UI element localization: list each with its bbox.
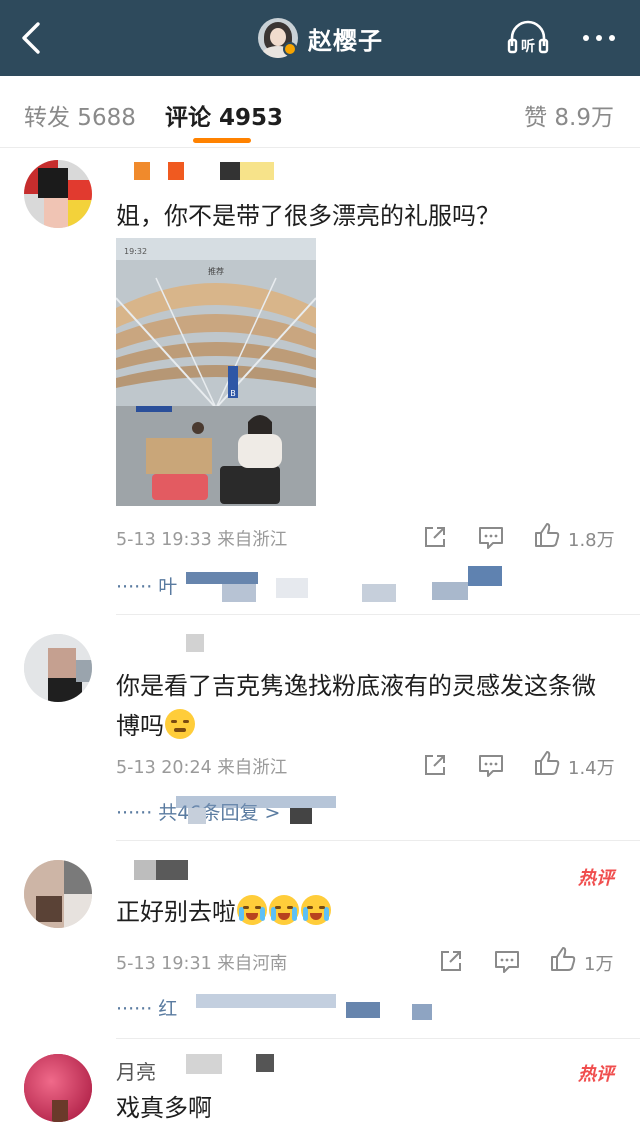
back-button[interactable] (16, 20, 48, 56)
tab-bar: 转发 5688 评论 4953 赞 8.9万 (0, 76, 640, 148)
username[interactable]: 月亮 (116, 1056, 156, 1084)
chevron-left-icon (22, 22, 40, 54)
grimace-emoji-icon (165, 709, 195, 739)
comment-text: 戏真多啊 (116, 1094, 212, 1122)
like-icon[interactable] (532, 748, 562, 778)
comment-text: 你是看了吉克隽逸找粉底液有的灵感发这条微博吗 (116, 666, 616, 746)
reply-mosaic (176, 796, 336, 808)
user-title[interactable]: 赵樱子 (258, 16, 383, 60)
tab-comment[interactable]: 评论 4953 (165, 98, 283, 132)
reply-mosaic (432, 582, 468, 600)
reply-mosaic (346, 1002, 380, 1018)
comment-item: 热评 正好别去啦 5-13 19:31 来自河南 1万 ······ 红 (0, 842, 640, 1040)
like-count: 1.8万 (568, 530, 615, 551)
photo-status-time: 19:32 (124, 247, 147, 256)
tab-like[interactable]: 赞 8.9万 (524, 98, 614, 132)
reply-mosaic (362, 584, 396, 602)
divider (116, 840, 640, 841)
avatar[interactable] (24, 160, 92, 228)
divider (116, 1038, 640, 1039)
comment-item: 月亮 热评 戏真多啊 (0, 1040, 640, 1142)
tab-repost[interactable]: 转发 5688 (24, 98, 136, 132)
listen-label: 听 (521, 38, 535, 55)
comment-meta: 5-13 19:33 来自浙江 (116, 530, 288, 550)
comment-photo[interactable]: 19:32 推荐 B (116, 238, 316, 506)
reply-mosaic (412, 1004, 432, 1020)
comment-meta: 5-13 20:24 来自浙江 (116, 758, 288, 778)
comment-icon[interactable] (476, 522, 506, 552)
page-title: 赵樱子 (308, 26, 383, 55)
comment-icon[interactable] (476, 750, 506, 780)
like-count: 1.4万 (568, 758, 615, 779)
reply-mosaic (188, 808, 206, 824)
hot-comment-badge: 热评 (578, 868, 614, 889)
avatar[interactable] (24, 860, 92, 928)
crying-laugh-emoji-icon (301, 895, 331, 925)
username-text: 月亮 (116, 1060, 156, 1084)
reply-text: ······ 叶 (116, 576, 178, 598)
avatar[interactable] (24, 634, 92, 702)
reply-text: ······ 红 (116, 998, 178, 1020)
reply-mosaic (222, 584, 256, 602)
share-icon[interactable] (420, 750, 450, 780)
share-icon[interactable] (436, 946, 466, 976)
avatar[interactable] (24, 1054, 92, 1122)
reply-preview[interactable]: ······ 红 (116, 994, 177, 1021)
share-icon[interactable] (420, 522, 450, 552)
reply-mosaic (196, 994, 336, 1008)
hot-comment-badge: 热评 (578, 1064, 614, 1085)
reply-mosaic (468, 566, 502, 586)
comment-text: 正好别去啦 (116, 892, 616, 932)
name-mosaic (256, 1054, 274, 1072)
reply-preview[interactable]: ······ 叶 (116, 572, 177, 599)
divider (116, 614, 640, 615)
comment-item: 你是看了吉克隽逸找粉底液有的灵感发这条微博吗 5-13 20:24 来自浙江 1… (0, 616, 640, 842)
photo-tab-label: 推荐 (208, 266, 224, 276)
comment-text-body: 正好别去啦 (116, 898, 236, 926)
reply-mosaic (290, 808, 312, 824)
verified-badge-icon (283, 42, 297, 56)
headphone-icon: 听 (507, 20, 549, 55)
name-mosaic (186, 1054, 222, 1074)
more-button[interactable] (578, 20, 622, 56)
active-tab-indicator (193, 138, 251, 143)
comment-text: 姐，你不是带了很多漂亮的礼服吗？ (116, 202, 500, 230)
comment-meta: 5-13 19:31 来自河南 (116, 954, 288, 974)
crying-laugh-emoji-icon (237, 895, 267, 925)
crying-laugh-emoji-icon (269, 895, 299, 925)
like-icon[interactable] (548, 944, 578, 974)
reply-mosaic (276, 578, 308, 598)
comment-icon[interactable] (492, 946, 522, 976)
like-count: 1万 (584, 954, 614, 975)
photo-sign-label: B (230, 389, 236, 398)
listen-button[interactable]: 听 (506, 20, 550, 56)
like-icon[interactable] (532, 520, 562, 550)
comment-item: 姐，你不是带了很多漂亮的礼服吗？ 19:32 推荐 B 5-13 19:33 来… (0, 148, 640, 616)
more-dots-icon (583, 35, 615, 41)
top-nav-bar: 赵樱子 听 (0, 0, 640, 76)
airport-photo: 19:32 推荐 B (116, 238, 316, 506)
reply-mosaic (186, 572, 258, 584)
